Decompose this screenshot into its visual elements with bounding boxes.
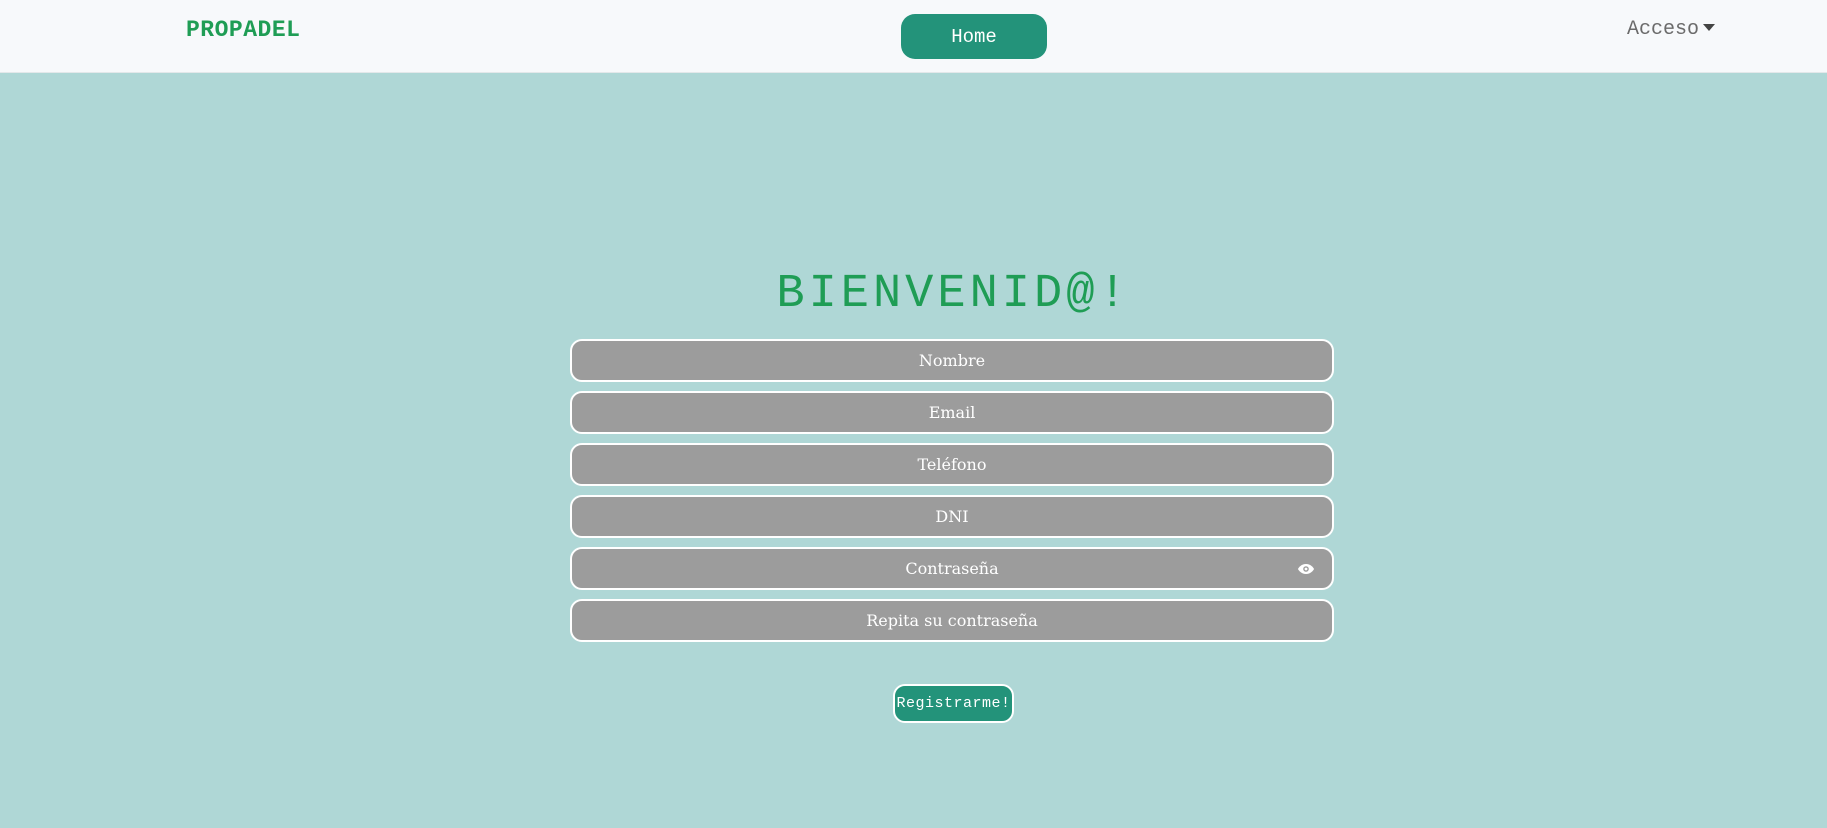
acceso-dropdown[interactable]: Acceso xyxy=(1627,18,1716,41)
acceso-label: Acceso xyxy=(1627,18,1700,41)
name-field[interactable] xyxy=(570,339,1334,382)
email-input[interactable] xyxy=(572,392,1332,433)
caret-down-icon xyxy=(1703,24,1716,31)
dni-input[interactable] xyxy=(572,496,1332,537)
phone-field[interactable] xyxy=(570,443,1334,486)
register-button[interactable]: Registrarme! xyxy=(893,684,1014,723)
password-field[interactable] xyxy=(570,547,1334,590)
phone-input[interactable] xyxy=(572,444,1332,485)
email-field[interactable] xyxy=(570,391,1334,434)
top-navbar: PROPADEL Home Acceso xyxy=(0,0,1827,73)
repeat-password-input[interactable] xyxy=(572,600,1332,641)
home-button[interactable]: Home xyxy=(901,14,1047,59)
repeat-password-field[interactable] xyxy=(570,599,1334,642)
dni-field[interactable] xyxy=(570,495,1334,538)
brand-logo[interactable]: PROPADEL xyxy=(186,17,300,43)
password-input[interactable] xyxy=(572,548,1332,589)
name-input[interactable] xyxy=(572,340,1332,381)
page-title: BIENVENID@! xyxy=(776,268,1131,321)
eye-icon[interactable] xyxy=(1298,563,1314,574)
